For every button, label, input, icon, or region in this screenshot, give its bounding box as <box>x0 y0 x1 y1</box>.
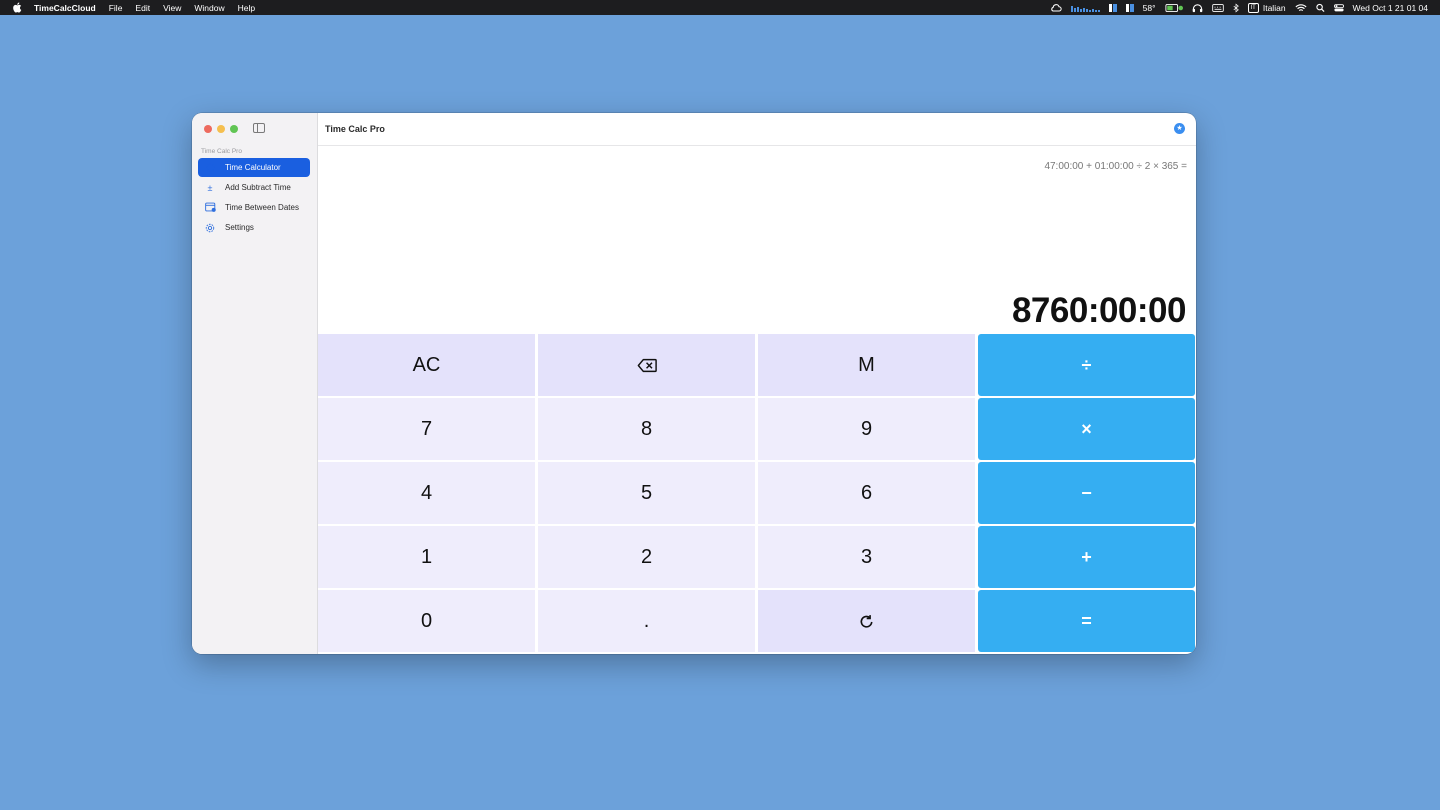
clock-readout[interactable]: Wed Oct 1 21 01 04 <box>1353 0 1428 15</box>
digit-3-button[interactable]: 3 <box>758 526 975 588</box>
menu-help[interactable]: Help <box>238 3 255 13</box>
digit-7-button[interactable]: 7 <box>318 398 535 460</box>
sidebar-item-label: Time Calculator <box>225 163 281 172</box>
star-badge-icon[interactable]: ★ <box>1174 123 1185 134</box>
digit-8-button[interactable]: 8 <box>538 398 755 460</box>
rotate-icon <box>858 613 875 630</box>
add-button[interactable]: + <box>978 526 1195 588</box>
expression-display: 47:00:00 + 01:00:00 ÷ 2 × 365 = <box>1044 161 1187 172</box>
digit-1-button[interactable]: 1 <box>318 526 535 588</box>
control-center-icon[interactable] <box>1333 0 1344 15</box>
digit-4-button[interactable]: 4 <box>318 462 535 524</box>
cloud-sync-icon[interactable] <box>1050 0 1062 15</box>
menu-view[interactable]: View <box>163 3 181 13</box>
digit-6-button[interactable]: 6 <box>758 462 975 524</box>
input-source[interactable]: IT Italian <box>1247 0 1286 15</box>
cpu-graph-icon[interactable] <box>1070 3 1100 12</box>
zoom-window-button[interactable] <box>230 125 238 133</box>
headphones-icon[interactable] <box>1192 0 1203 15</box>
digit-5-button[interactable]: 5 <box>538 462 755 524</box>
subtract-button[interactable]: − <box>978 462 1195 524</box>
digit-2-button[interactable]: 2 <box>538 526 755 588</box>
memory-icon[interactable] <box>1108 3 1117 12</box>
multiply-button[interactable]: × <box>978 398 1195 460</box>
sidebar-item-settings[interactable]: Settings <box>198 218 310 237</box>
title-bar: Time Calc Pro ★ <box>318 113 1196 146</box>
sidebar-toggle-icon[interactable] <box>253 123 265 133</box>
bluetooth-icon[interactable] <box>1233 0 1239 15</box>
sidebar-item-time-calculator[interactable]: Time Calculator <box>198 158 310 177</box>
memory-button[interactable]: M <box>758 334 975 396</box>
minimize-window-button[interactable] <box>217 125 225 133</box>
sidebar: Time Calc Pro Time Calculator ± Add Subt… <box>192 113 318 654</box>
sidebar-item-label: Time Between Dates <box>225 203 299 212</box>
disk-icon[interactable] <box>1125 3 1134 12</box>
clock-icon <box>203 163 217 172</box>
sidebar-item-label: Settings <box>225 223 254 232</box>
digit-9-button[interactable]: 9 <box>758 398 975 460</box>
backspace-button[interactable] <box>538 334 755 396</box>
wifi-icon[interactable] <box>1295 0 1307 15</box>
result-display: 8760:00:00 <box>1011 291 1187 330</box>
main-content: Time Calc Pro ★ 47:00:00 + 01:00:00 ÷ 2 … <box>318 113 1196 654</box>
gear-icon <box>203 223 217 233</box>
apple-icon[interactable] <box>12 2 24 14</box>
menu-file[interactable]: File <box>109 3 123 13</box>
keyboard-badge: IT <box>1247 2 1259 13</box>
keyboard-icon[interactable] <box>1211 0 1224 15</box>
digit-0-button[interactable]: 0 <box>318 590 535 652</box>
app-window: Time Calc Pro Time Calculator ± Add Subt… <box>192 113 1196 654</box>
calendar-icon <box>203 202 217 213</box>
cycle-button[interactable] <box>758 590 975 652</box>
sidebar-item-label: Add Subtract Time <box>225 183 291 192</box>
equals-button[interactable]: = <box>978 590 1195 652</box>
sidebar-item-time-between-dates[interactable]: Time Between Dates <box>198 198 310 217</box>
decimal-point-button[interactable]: . <box>538 590 755 652</box>
battery-icon[interactable] <box>1164 0 1183 15</box>
plus-minus-icon: ± <box>207 182 213 193</box>
all-clear-button[interactable]: AC <box>318 334 535 396</box>
sidebar-section-label: Time Calc Pro <box>201 148 242 155</box>
window-title: Time Calc Pro <box>325 124 385 134</box>
menu-edit[interactable]: Edit <box>135 3 150 13</box>
close-window-button[interactable] <box>204 125 212 133</box>
keypad: AC M ÷ 7 8 9 × 4 5 6 − 1 2 3 + 0 . = <box>318 334 1196 654</box>
sidebar-item-add-subtract-time[interactable]: ± Add Subtract Time <box>198 178 310 197</box>
delete-backward-icon <box>637 358 657 373</box>
status-tray: 58° IT Italian Wed Oct 1 21 01 04 <box>1050 0 1428 15</box>
input-language: Italian <box>1262 2 1286 13</box>
divide-button[interactable]: ÷ <box>978 334 1195 396</box>
menu-window[interactable]: Window <box>194 3 224 13</box>
search-icon[interactable] <box>1315 0 1325 15</box>
app-menu[interactable]: TimeCalcCloud <box>34 3 96 13</box>
temperature-readout[interactable]: 58° <box>1143 0 1156 15</box>
menu-bar: TimeCalcCloud File Edit View Window Help… <box>0 0 1440 15</box>
